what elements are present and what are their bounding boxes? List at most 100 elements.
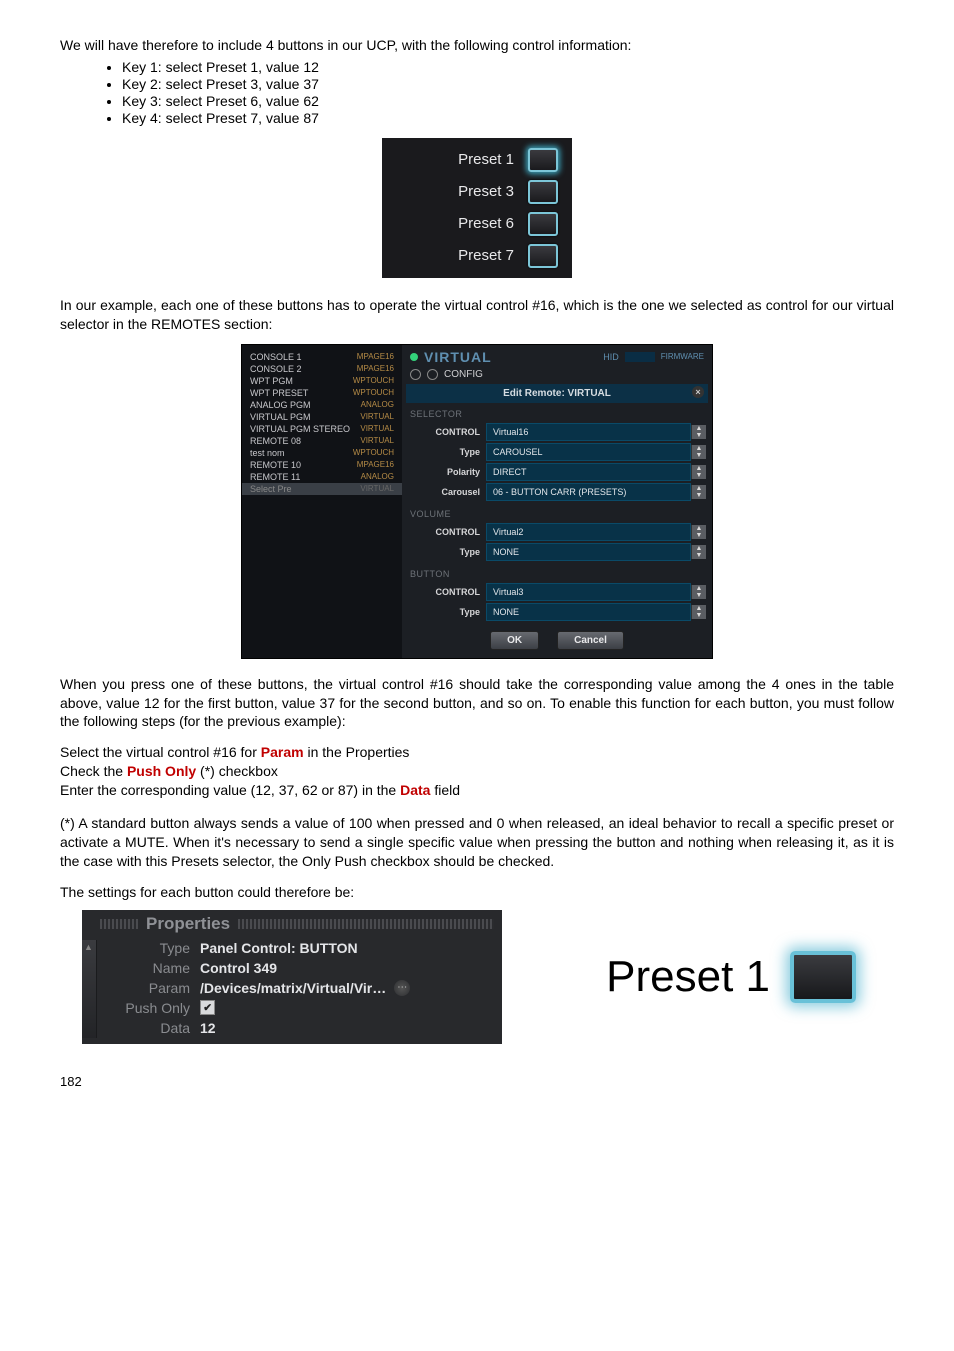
preset-row: Preset 6	[392, 208, 562, 240]
config-label: CONTROL	[408, 527, 486, 537]
config-value-dropdown[interactable]: NONE	[486, 543, 691, 561]
property-label: Param	[106, 980, 200, 996]
property-row-data: Data 12	[82, 1018, 502, 1038]
config-value-dropdown[interactable]: NONE	[486, 603, 691, 621]
config-row: Type NONE	[408, 543, 706, 561]
dropdown-arrows-icon[interactable]	[691, 485, 706, 499]
preset-button-figure: Preset 1 Preset 3 Preset 6 Preset 7	[382, 138, 572, 278]
remote-list-item[interactable]: WPT PRESETWPTOUCH	[242, 387, 402, 399]
preset-preview-button[interactable]	[790, 951, 856, 1003]
status-dot-icon	[410, 353, 418, 361]
preset-button[interactable]	[528, 148, 558, 172]
config-label: CONFIG	[444, 369, 483, 380]
config-label: Type	[408, 607, 486, 617]
preset-row: Preset 1	[392, 144, 562, 176]
config-value-dropdown[interactable]: Virtual3	[486, 583, 691, 601]
property-value[interactable]: /Devices/matrix/Virtual/Vir…	[200, 980, 386, 996]
config-value-dropdown[interactable]: 06 - BUTTON CARR (PRESETS)	[486, 483, 691, 501]
preset-row: Preset 7	[392, 240, 562, 272]
step-line: Select the virtual control #16 for Param…	[60, 743, 894, 762]
remote-list-item[interactable]: REMOTE 08VIRTUAL	[242, 435, 402, 447]
cancel-button[interactable]: Cancel	[557, 631, 624, 650]
step-line: Enter the corresponding value (12, 37, 6…	[60, 781, 894, 800]
remote-list-item[interactable]: CONSOLE 1MPAGE16	[242, 351, 402, 363]
config-row: Carousel 06 - BUTTON CARR (PRESETS)	[408, 483, 706, 501]
virtual-title: VIRTUAL	[424, 349, 492, 365]
section-label-volume: VOLUME	[402, 503, 712, 521]
hid-field	[625, 352, 655, 362]
key-item: Key 2: select Preset 3, value 37	[122, 76, 894, 92]
property-row-param: Param /Devices/matrix/Virtual/Vir…	[82, 978, 502, 998]
dropdown-arrows-icon[interactable]	[691, 585, 706, 599]
config-label: CONTROL	[408, 587, 486, 597]
config-value-dropdown[interactable]: Virtual16	[486, 423, 691, 441]
config-label: Type	[408, 547, 486, 557]
paragraph: (*) A standard button always sends a val…	[60, 814, 894, 871]
properties-figure: Properties Type Panel Control: BUTTON Na…	[82, 910, 872, 1044]
property-value[interactable]: Control 349	[200, 960, 277, 976]
property-label: Push Only	[106, 1000, 200, 1016]
virtual-config-main: VIRTUAL HID FIRMWARE CONFIG Edit Remote:…	[402, 345, 712, 658]
remote-list-item[interactable]: VIRTUAL PGM STEREOVIRTUAL	[242, 423, 402, 435]
property-row-pushonly: Push Only	[82, 998, 502, 1018]
hid-label: HID	[603, 352, 619, 362]
config-value-dropdown[interactable]: CAROUSEL	[486, 443, 691, 461]
grip-icon	[238, 919, 494, 929]
remote-list-item[interactable]: WPT PGMWPTOUCH	[242, 375, 402, 387]
more-icon[interactable]	[394, 980, 410, 996]
remote-list-item[interactable]: VIRTUAL PGMVIRTUAL	[242, 411, 402, 423]
key-item: Key 1: select Preset 1, value 12	[122, 59, 894, 75]
preset-label: Preset 3	[458, 183, 514, 200]
dropdown-arrows-icon[interactable]	[691, 445, 706, 459]
remote-list-item[interactable]: REMOTE 10MPAGE16	[242, 459, 402, 471]
ok-button[interactable]: OK	[490, 631, 539, 650]
grip-icon	[100, 919, 138, 929]
preset-button[interactable]	[528, 244, 558, 268]
config-row: CONTROL Virtual3	[408, 583, 706, 601]
preset-button[interactable]	[528, 180, 558, 204]
config-row: Type NONE	[408, 603, 706, 621]
dropdown-arrows-icon[interactable]	[691, 425, 706, 439]
config-value-dropdown[interactable]: Virtual2	[486, 523, 691, 541]
dropdown-arrows-icon[interactable]	[691, 545, 706, 559]
config-value-dropdown[interactable]: DIRECT	[486, 463, 691, 481]
section-label-selector: SELECTOR	[402, 403, 712, 421]
virtual-header: VIRTUAL HID FIRMWARE	[402, 345, 712, 367]
preset-preview: Preset 1	[502, 951, 872, 1003]
key-item: Key 3: select Preset 6, value 62	[122, 93, 894, 109]
properties-title: Properties	[146, 914, 230, 934]
config-toolbar: CONFIG	[402, 367, 712, 384]
config-row: Polarity DIRECT	[408, 463, 706, 481]
remote-list-item[interactable]: test nomWPTOUCH	[242, 447, 402, 459]
config-row: CONTROL Virtual2	[408, 523, 706, 541]
remote-list-item[interactable]: REMOTE 11ANALOG	[242, 471, 402, 483]
property-label: Data	[106, 1020, 200, 1036]
dropdown-arrows-icon[interactable]	[691, 465, 706, 479]
properties-header: Properties	[82, 910, 502, 938]
toolbar-icon[interactable]	[410, 369, 421, 380]
paragraph: In our example, each one of these button…	[60, 296, 894, 334]
property-value[interactable]: 12	[200, 1020, 216, 1036]
toolbar-icon[interactable]	[427, 369, 438, 380]
dropdown-arrows-icon[interactable]	[691, 605, 706, 619]
page-number: 182	[60, 1074, 894, 1089]
config-label: Carousel	[408, 487, 486, 497]
preset-button[interactable]	[528, 212, 558, 236]
remote-list-item[interactable]: CONSOLE 2MPAGE16	[242, 363, 402, 375]
push-only-checkbox[interactable]	[200, 1000, 215, 1015]
dialog-buttons: OK Cancel	[402, 631, 712, 650]
config-row: CONTROL Virtual16	[408, 423, 706, 441]
property-row-name: Name Control 349	[82, 958, 502, 978]
remote-list-item[interactable]: ANALOG PGMANALOG	[242, 399, 402, 411]
dropdown-arrows-icon[interactable]	[691, 525, 706, 539]
remote-list-item-selected[interactable]: Select PreVIRTUAL	[242, 483, 402, 495]
firmware-label: FIRMWARE	[661, 352, 704, 361]
vertical-scrollbar[interactable]	[82, 940, 97, 1038]
config-label: Polarity	[408, 467, 486, 477]
close-icon[interactable]: ×	[692, 386, 704, 398]
edit-remote-titlebar: Edit Remote: VIRTUAL ×	[406, 384, 708, 403]
paragraph: The settings for each button could there…	[60, 883, 894, 902]
intro-text: We will have therefore to include 4 butt…	[60, 36, 894, 55]
property-label: Name	[106, 960, 200, 976]
properties-panel: Properties Type Panel Control: BUTTON Na…	[82, 910, 502, 1044]
